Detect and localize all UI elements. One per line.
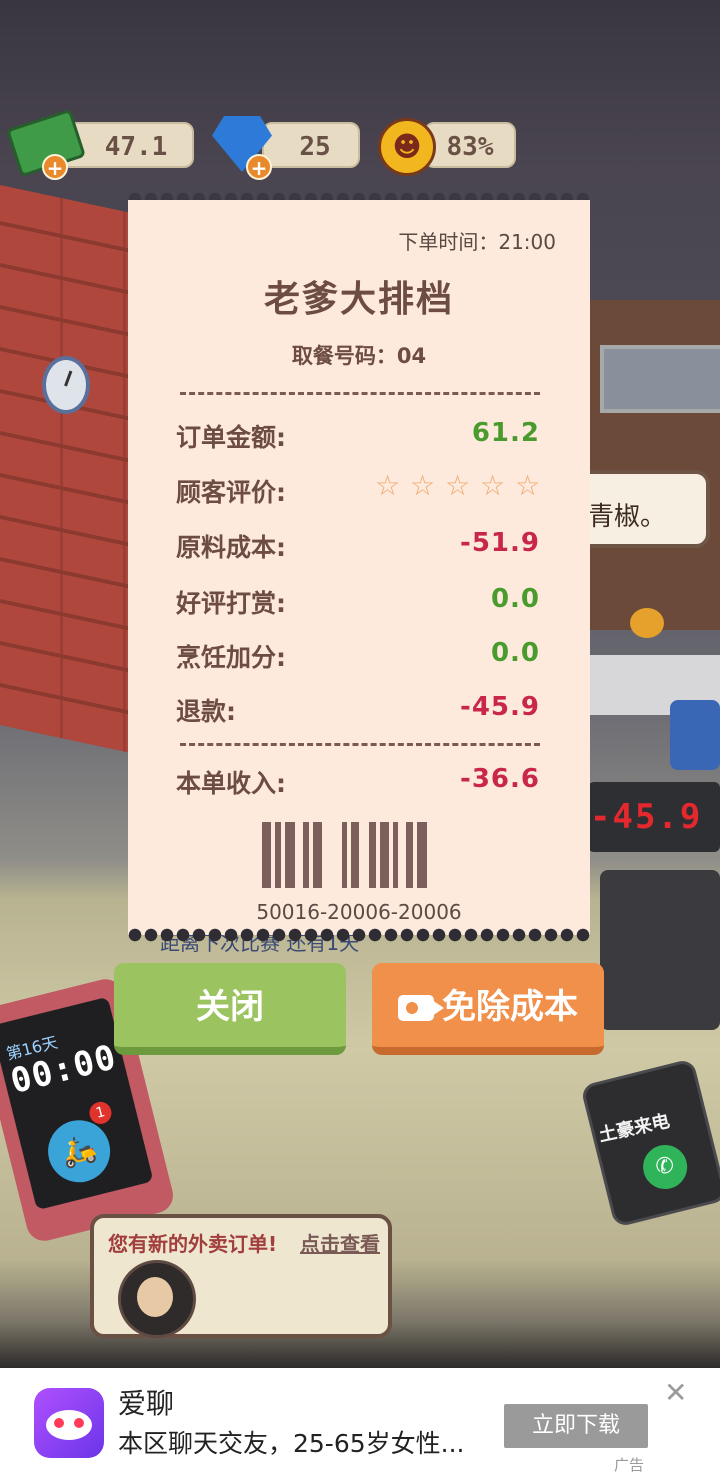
star-icon: ☆	[515, 469, 541, 502]
cooking-bonus-value: 0.0	[490, 638, 540, 668]
heart-icon	[74, 1418, 84, 1428]
clock-icon	[42, 356, 90, 414]
new-order-text: 您有新的外卖订单!	[108, 1232, 278, 1256]
customer-speech-text: 青椒。	[588, 502, 667, 532]
close-ad-icon[interactable]: ✕	[664, 1376, 687, 1409]
customer-avatar	[118, 1260, 196, 1338]
app-logo[interactable]	[34, 1388, 104, 1458]
video-icon	[398, 995, 444, 1021]
avatar-face	[137, 1277, 173, 1317]
gem-counter: 25	[262, 122, 360, 168]
satisfaction-value: 83%	[446, 132, 494, 162]
heart-icon	[54, 1418, 64, 1428]
add-cash-icon[interactable]: +	[42, 154, 68, 180]
ingredient-cost-label: 原料成本:	[176, 533, 286, 562]
scooter-icon[interactable]: 🛵	[41, 1113, 117, 1189]
waive-cost-button[interactable]: 免除成本	[372, 963, 604, 1055]
bread-icon	[630, 608, 664, 638]
satisfaction-counter: 83%	[424, 122, 516, 168]
cooking-bonus-label: 烹饪加分:	[176, 643, 286, 672]
star-icon: ☆	[410, 469, 436, 502]
ad-banner[interactable]: 爱聊 本区聊天交友，25-65岁女性... 立即下载 ✕ 广告	[0, 1368, 720, 1480]
star-icon: ☆	[445, 469, 471, 502]
chair	[670, 700, 720, 770]
refund-value: -45.9	[460, 692, 540, 722]
divider	[180, 392, 540, 395]
close-button[interactable]: 关闭	[114, 963, 346, 1055]
happy-face-icon: ☻	[378, 118, 436, 176]
tip-value: 0.0	[490, 584, 540, 614]
ad-description[interactable]: 本区聊天交友，25-65岁女性...	[118, 1424, 494, 1460]
star-icon: ☆	[375, 469, 401, 502]
order-income-value: -36.6	[460, 764, 540, 794]
new-order-bubble[interactable]: 您有新的外卖订单! 点击查看	[90, 1214, 392, 1338]
add-gems-icon[interactable]: +	[246, 154, 272, 180]
order-income-label: 本单收入:	[176, 769, 286, 798]
window	[600, 345, 720, 413]
rating-label: 顾客评价:	[176, 478, 286, 507]
waive-cost-label: 免除成本	[442, 987, 578, 1027]
divider	[180, 743, 540, 746]
cat-face-icon	[46, 1410, 92, 1440]
cash-value: 47.1	[104, 132, 168, 162]
barcode	[262, 822, 458, 888]
order-time: 下单时间：21:00	[398, 230, 556, 254]
order-amount-value: 61.2	[471, 418, 540, 448]
order-receipt: 下单时间：21:00 老爹大排档 取餐号码：04 订单金额: 61.2 顾客评价…	[128, 200, 590, 935]
download-button[interactable]: 立即下载	[504, 1404, 648, 1448]
receipt-edge-bottom	[128, 928, 590, 942]
order-amount-label: 订单金额:	[176, 423, 286, 452]
ad-tag: 广告	[614, 1456, 645, 1474]
gem-value: 25	[299, 132, 331, 162]
view-order-link[interactable]: 点击查看	[300, 1228, 380, 1257]
ingredient-cost-value: -51.9	[460, 528, 540, 558]
register-display: -45.9	[590, 797, 703, 837]
ad-title[interactable]: 爱聊	[118, 1382, 174, 1422]
brick-mortar	[0, 185, 130, 753]
pickup-number: 取餐号码：04	[291, 344, 427, 368]
shop-name: 老爹大排档	[263, 279, 454, 320]
close-button-label: 关闭	[196, 987, 264, 1027]
barcode-number: 50016-20006-20006	[256, 900, 462, 924]
rating-stars: ☆ ☆ ☆ ☆ ☆	[375, 469, 542, 502]
refund-label: 退款:	[176, 697, 236, 726]
register-body	[600, 870, 720, 1030]
answer-call-icon[interactable]: ✆	[638, 1140, 692, 1194]
tip-label: 好评打赏:	[176, 589, 286, 618]
star-icon: ☆	[480, 469, 506, 502]
